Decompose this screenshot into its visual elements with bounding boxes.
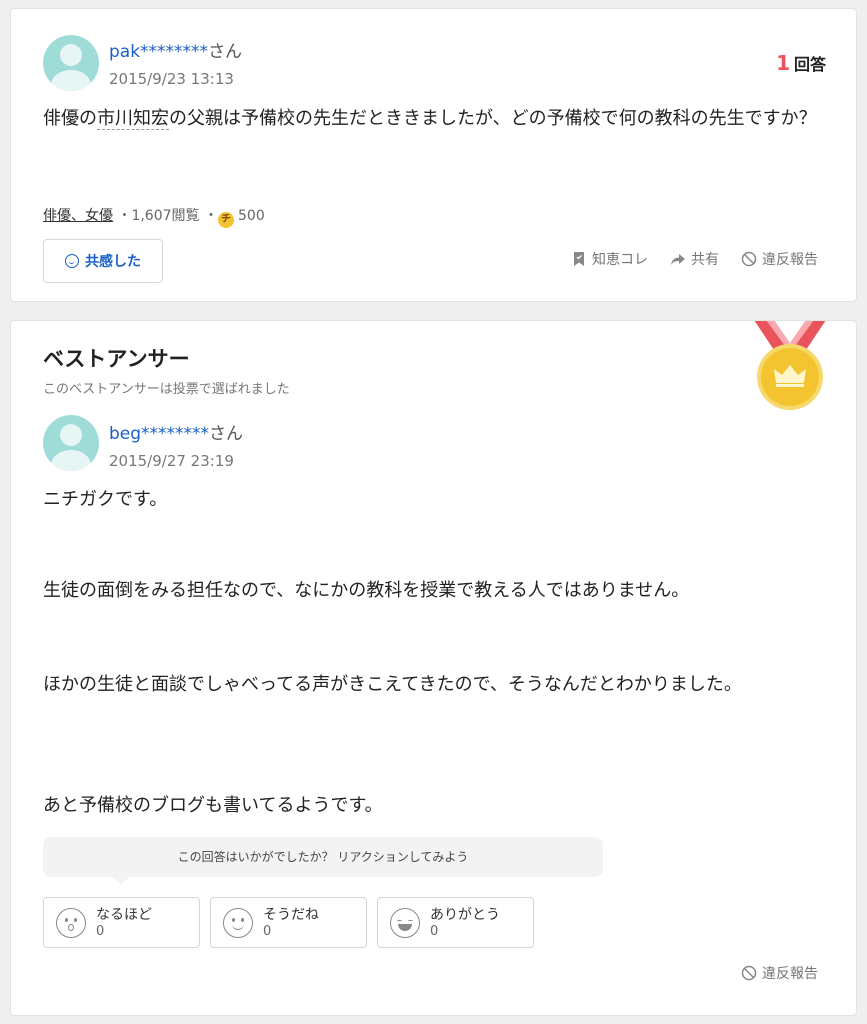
prohibited-icon bbox=[741, 965, 757, 981]
best-answer-card: ベストアンサー このベストアンサーは投票で選ばれました beg********さ… bbox=[10, 320, 857, 1016]
answer-user-name[interactable]: beg******** bbox=[109, 424, 209, 444]
reaction-count: 0 bbox=[263, 924, 272, 939]
view-count: 1,607閲覧 bbox=[131, 208, 200, 224]
bookmark-icon bbox=[574, 252, 584, 266]
smile-face-icon bbox=[223, 907, 253, 938]
grin-face-icon bbox=[390, 907, 420, 938]
question-meta: 俳優、女優 ・1,607閲覧 ・チ 500 bbox=[43, 205, 265, 228]
question-card: pak********さん 2015/9/23 13:13 1 回答 俳優の市川知… bbox=[10, 8, 857, 302]
share-button[interactable]: 共有 bbox=[670, 249, 719, 269]
answer-user-avatar[interactable] bbox=[43, 415, 99, 471]
reaction-naruhodo-button[interactable]: なるほど 0 bbox=[43, 897, 200, 948]
reaction-count: 0 bbox=[96, 924, 105, 939]
user-suffix: さん bbox=[208, 42, 243, 62]
empathy-label: 共感した bbox=[85, 254, 141, 270]
reaction-soudane-button[interactable]: そうだね 0 bbox=[210, 897, 367, 948]
question-user-name[interactable]: pak******** bbox=[109, 42, 208, 62]
answer-paragraph: 生徒の面倒をみる担任なので、なにかの教科を授業で教える人ではありません。 bbox=[43, 580, 690, 601]
smile-icon bbox=[65, 254, 79, 268]
share-arrow-icon bbox=[671, 254, 685, 265]
best-answer-subtitle: このベストアンサーは投票で選ばれました bbox=[43, 382, 290, 397]
reaction-arigatou-button[interactable]: ありがとう 0 bbox=[377, 897, 534, 948]
reaction-count: 0 bbox=[430, 924, 439, 939]
answer-report-button[interactable]: 違反報告 bbox=[741, 963, 818, 983]
category-link[interactable]: 俳優、女優 bbox=[43, 208, 113, 224]
best-answer-title: ベストアンサー bbox=[43, 347, 190, 371]
gold-medal-icon bbox=[754, 321, 826, 410]
prohibited-icon bbox=[741, 251, 757, 267]
question-user: pak********さん bbox=[109, 37, 242, 62]
answer-paragraph: ニチガクです。 bbox=[43, 489, 168, 510]
surprised-face-icon bbox=[56, 907, 86, 938]
answer-count[interactable]: 1 回答 bbox=[776, 51, 826, 75]
keyword-link[interactable]: 市川知宏 bbox=[97, 108, 169, 130]
reaction-buttons: なるほど 0 そうだね 0 ありがとう 0 bbox=[43, 897, 534, 948]
question-date: 2015/9/23 13:13 bbox=[109, 70, 234, 88]
answer-date: 2015/9/27 23:19 bbox=[109, 452, 234, 470]
empathy-button[interactable]: 共感した bbox=[43, 239, 163, 283]
answer-paragraph: あと予備校のブログも書いてるようです。 bbox=[43, 795, 383, 816]
question-text: 俳優の市川知宏の父親は予備校の先生だとききましたが、どの予備校で何の教科の先生で… bbox=[43, 108, 817, 130]
answer-count-number: 1 bbox=[776, 51, 790, 75]
answer-paragraph: ほかの生徒と面談でしゃべってる声がきこえてきたので、そうなんだとわかりました。 bbox=[43, 674, 742, 695]
reaction-prompt: この回答はいかがでしたか？ リアクションしてみよう bbox=[43, 837, 603, 885]
coin-icon: チ bbox=[218, 212, 234, 228]
report-button[interactable]: 違反報告 bbox=[741, 249, 818, 269]
answer-user: beg********さん bbox=[109, 419, 243, 444]
coin-amount: 500 bbox=[238, 208, 265, 224]
question-actions: 知恵コレ 共有 違反報告 bbox=[571, 249, 818, 269]
bookmark-button[interactable]: 知恵コレ bbox=[571, 249, 648, 269]
user-suffix: さん bbox=[209, 424, 244, 444]
answer-count-label: 回答 bbox=[793, 55, 826, 74]
user-avatar[interactable] bbox=[43, 35, 99, 91]
